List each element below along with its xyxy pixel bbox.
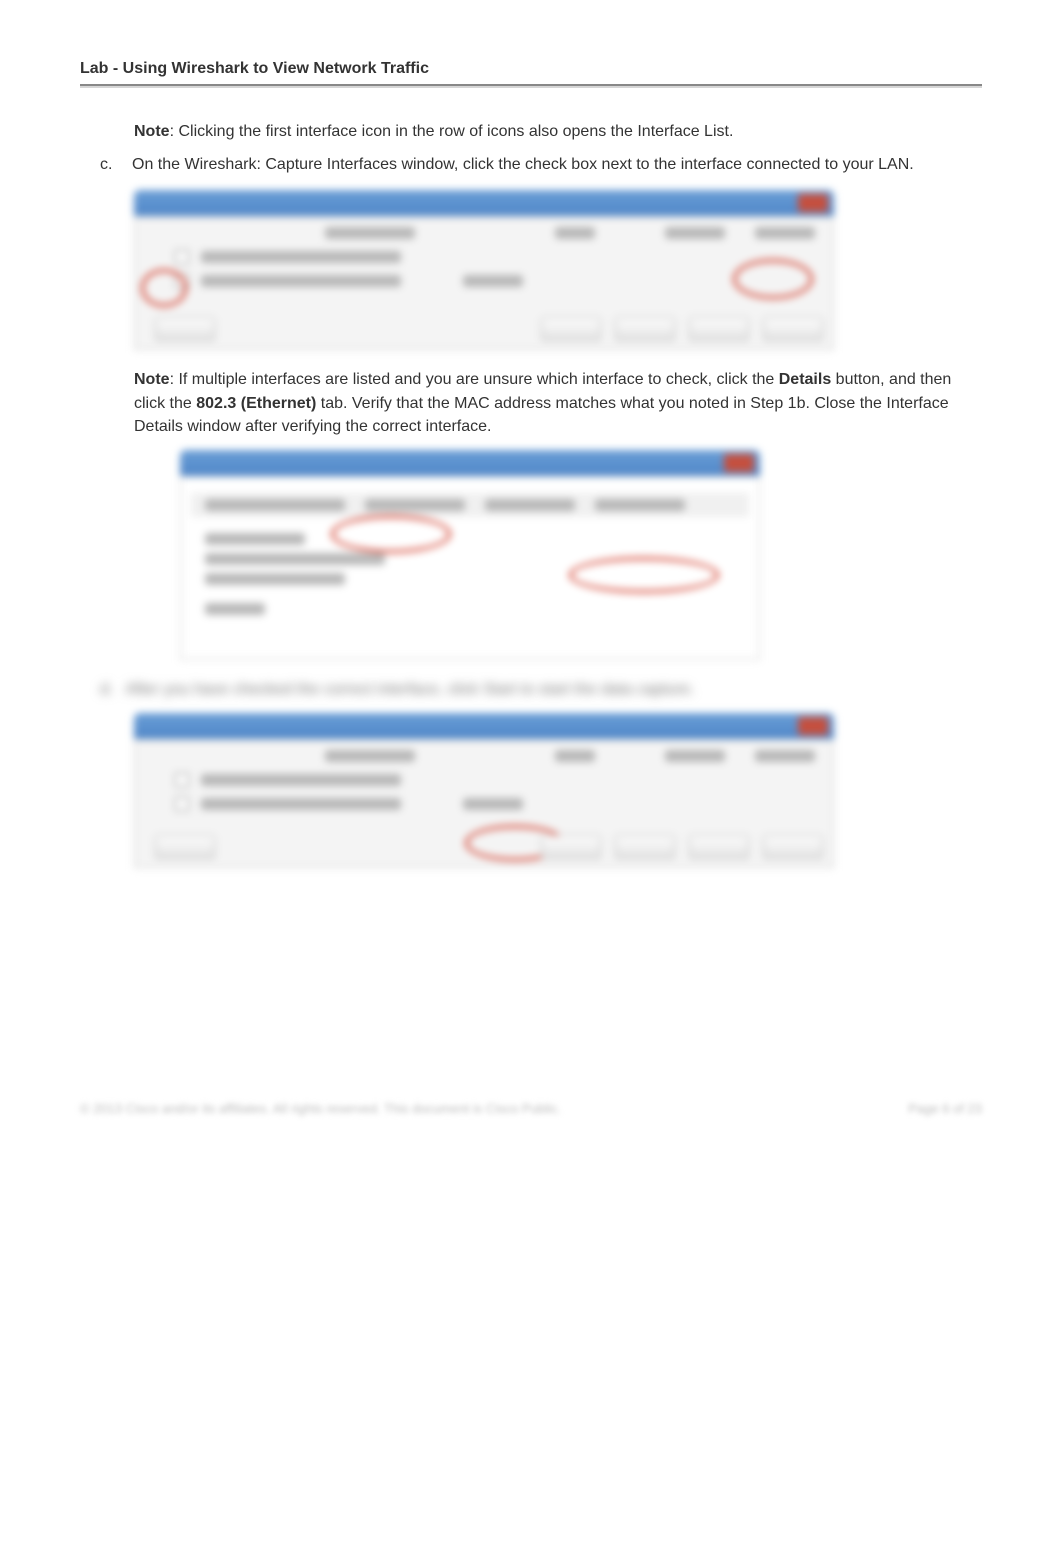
list-marker-d: d. (100, 678, 113, 701)
note-text: : Clicking the first interface icon in t… (170, 123, 734, 140)
close-icon (724, 454, 754, 472)
start-button (541, 835, 601, 859)
window-body (180, 476, 760, 660)
window-body (134, 216, 834, 350)
close-button (763, 317, 823, 341)
content-area: Note: Clicking the first interface icon … (80, 120, 982, 868)
screenshot-interface-details (180, 450, 760, 660)
window-titlebar (134, 713, 834, 739)
note-label: Note (134, 123, 170, 140)
step-d-text: After you have checked the correct inter… (125, 678, 694, 701)
options-button (689, 835, 749, 859)
options-button (689, 317, 749, 341)
step-c: c. On the Wireshark: Capture Interfaces … (80, 153, 982, 176)
help-button (155, 317, 215, 341)
stop-button (615, 835, 675, 859)
table-row (145, 794, 823, 814)
note-text-part: : If multiple interfaces are listed and … (170, 371, 779, 388)
table-row (145, 271, 823, 291)
screenshot-capture-interfaces-2 (134, 713, 834, 868)
help-button (155, 835, 215, 859)
close-button (763, 835, 823, 859)
checkbox-icon (175, 773, 189, 787)
start-button (541, 317, 601, 341)
list-marker-c: c. (100, 153, 120, 176)
window-body (134, 739, 834, 868)
window-titlebar (134, 190, 834, 216)
note-label: Note (134, 371, 170, 388)
annotation-circle-icon (331, 515, 451, 553)
stop-button (615, 317, 675, 341)
close-icon (798, 717, 828, 735)
table-row (145, 247, 823, 267)
tab-row (191, 493, 749, 517)
footer-page-number: Page 6 of 23 (908, 1101, 982, 1116)
checkbox-icon (175, 250, 189, 264)
annotation-circle-icon (141, 269, 187, 307)
ethernet-word: 802.3 (Ethernet) (196, 395, 316, 412)
footer-copyright: © 2013 Cisco and/or its affiliates. All … (80, 1101, 561, 1116)
step-d: d. After you have checked the correct in… (100, 678, 982, 701)
button-row (155, 317, 823, 341)
step-c-text: On the Wireshark: Capture Interfaces win… (132, 153, 914, 176)
table-header (325, 227, 823, 239)
note-2: Note: If multiple interfaces are listed … (80, 368, 982, 438)
button-row (155, 835, 823, 859)
table-row (145, 770, 823, 790)
document-page: Lab - Using Wireshark to View Network Tr… (0, 0, 1062, 1556)
close-icon (798, 194, 828, 212)
details-word: Details (779, 371, 831, 388)
table-header (325, 750, 823, 762)
page-footer: © 2013 Cisco and/or its affiliates. All … (80, 1101, 982, 1116)
window-titlebar (180, 450, 760, 476)
checkbox-icon (175, 797, 189, 811)
annotation-circle-icon (733, 259, 813, 299)
page-title: Lab - Using Wireshark to View Network Tr… (80, 60, 982, 86)
screenshot-capture-interfaces-1 (134, 190, 834, 350)
annotation-circle-icon (569, 557, 719, 593)
note-1: Note: Clicking the first interface icon … (80, 120, 982, 143)
